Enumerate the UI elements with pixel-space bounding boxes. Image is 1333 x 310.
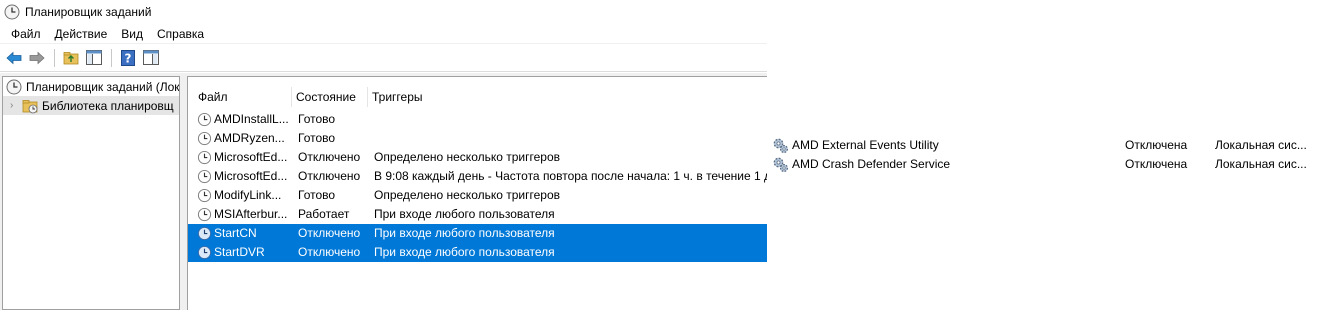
show-hide-action-pane-button[interactable] bbox=[140, 47, 162, 69]
forward-arrow-icon bbox=[29, 51, 45, 64]
show-hide-console-tree-icon bbox=[86, 50, 102, 65]
task-state: Готово bbox=[298, 188, 336, 202]
task-name: ModifyLink... bbox=[214, 188, 282, 202]
menu-file[interactable]: Файл bbox=[4, 24, 48, 44]
console-client-area: Планировщик заданий (Лок › Библиотека пл… bbox=[0, 73, 767, 310]
task-triggers: В 9:08 каждый день - Частота повтора пос… bbox=[374, 169, 767, 183]
help-button[interactable]: ? bbox=[117, 47, 139, 69]
column-header-file[interactable]: Файл bbox=[194, 87, 292, 107]
service-name: AMD Crash Defender Service bbox=[792, 157, 951, 171]
menu-view[interactable]: Вид bbox=[114, 24, 150, 44]
task-triggers: При входе любого пользователя bbox=[374, 226, 555, 240]
table-row[interactable]: AMDInstallL... Готово bbox=[188, 110, 767, 129]
task-clock-icon bbox=[197, 226, 212, 241]
table-row[interactable]: StartCN Отключено При входе любого польз… bbox=[188, 224, 767, 243]
show-hide-console-tree-button[interactable] bbox=[83, 47, 105, 69]
help-icon: ? bbox=[121, 49, 135, 66]
table-row[interactable]: AMDRyzen... Готово bbox=[188, 129, 767, 148]
task-name: StartDVR bbox=[214, 245, 265, 259]
task-clock-icon bbox=[197, 150, 212, 165]
task-name: MicrosoftEd... bbox=[214, 150, 288, 164]
gears-icon bbox=[773, 157, 789, 173]
title-bar[interactable]: Планировщик заданий bbox=[0, 0, 767, 24]
service-logon: Локальная сис... bbox=[1215, 138, 1307, 152]
task-triggers: Определено несколько триггеров bbox=[374, 188, 561, 202]
menu-bar: Файл Действие Вид Справка bbox=[0, 24, 767, 44]
table-row[interactable]: ModifyLink... Готово Определено нескольк… bbox=[188, 186, 767, 205]
service-row[interactable]: AMD External Events Utility Отключена Ло… bbox=[772, 136, 1333, 155]
task-clock-icon bbox=[197, 112, 212, 127]
task-name: StartCN bbox=[214, 226, 257, 240]
tree-item-label: Библиотека планировщ bbox=[42, 98, 174, 113]
gears-icon bbox=[773, 138, 789, 154]
task-list: AMDInstallL... Готово AMDRyzen... Готово… bbox=[188, 110, 767, 262]
task-triggers: При входе любого пользователя bbox=[374, 207, 555, 221]
menu-help[interactable]: Справка bbox=[150, 24, 211, 44]
console-tree: Планировщик заданий (Лок › Библиотека пл… bbox=[2, 76, 180, 310]
task-clock-icon bbox=[197, 188, 212, 203]
task-name: AMDInstallL... bbox=[214, 112, 289, 126]
task-scheduler-clock-icon bbox=[4, 4, 20, 20]
task-name: AMDRyzen... bbox=[214, 131, 285, 145]
chevron-right-icon[interactable]: › bbox=[10, 100, 22, 111]
task-scheduler-clock-icon bbox=[6, 79, 22, 94]
task-scheduler-window: Планировщик заданий Файл Действие Вид Сп… bbox=[0, 0, 767, 310]
task-state: Отключено bbox=[298, 169, 361, 183]
menu-action[interactable]: Действие bbox=[48, 24, 115, 44]
service-logon: Локальная сис... bbox=[1215, 157, 1307, 171]
task-state: Работает bbox=[298, 207, 350, 221]
tree-item-scheduler-library[interactable]: › Библиотека планировщ bbox=[3, 96, 179, 115]
task-state: Отключено bbox=[298, 150, 361, 164]
task-triggers: Определено несколько триггеров bbox=[374, 150, 561, 164]
table-row[interactable]: MicrosoftEd... Отключено В 9:08 каждый д… bbox=[188, 167, 767, 186]
forward-button[interactable] bbox=[26, 47, 48, 69]
task-state: Готово bbox=[298, 112, 336, 126]
column-header-state[interactable]: Состояние bbox=[292, 87, 368, 107]
task-name: MSIAfterbur... bbox=[214, 207, 288, 221]
service-state: Отключена bbox=[1125, 157, 1188, 171]
tree-item-label: Планировщик заданий (Лок bbox=[26, 79, 180, 94]
toolbar-separator bbox=[54, 48, 55, 67]
svg-text:?: ? bbox=[125, 51, 132, 65]
task-clock-icon bbox=[197, 169, 212, 184]
service-state: Отключена bbox=[1125, 138, 1188, 152]
task-state: Отключено bbox=[298, 226, 361, 240]
up-level-button[interactable] bbox=[60, 47, 82, 69]
column-header-triggers[interactable]: Триггеры bbox=[368, 87, 767, 107]
table-row[interactable]: MSIAfterbur... Работает При входе любого… bbox=[188, 205, 767, 224]
task-state: Отключено bbox=[298, 245, 361, 259]
pane-splitter[interactable] bbox=[181, 76, 185, 310]
task-list-pane: Файл Состояние Триггеры AMDInstallL... Г… bbox=[187, 76, 767, 310]
back-button[interactable] bbox=[3, 47, 25, 69]
tree-item-task-scheduler-root[interactable]: Планировщик заданий (Лок bbox=[3, 77, 179, 96]
task-list-header: Файл Состояние Триггеры bbox=[188, 77, 767, 107]
task-name: MicrosoftEd... bbox=[214, 169, 288, 183]
task-clock-icon bbox=[197, 245, 212, 260]
up-folder-icon bbox=[63, 52, 79, 65]
window-title: Планировщик заданий bbox=[25, 5, 152, 19]
toolbar: ? bbox=[0, 44, 767, 72]
task-clock-icon bbox=[197, 131, 212, 146]
folder-clock-icon bbox=[22, 99, 38, 113]
service-row[interactable]: AMD Crash Defender Service Отключена Лок… bbox=[772, 155, 1333, 174]
back-arrow-icon bbox=[6, 51, 22, 64]
toolbar-separator bbox=[111, 48, 112, 67]
table-row[interactable]: StartDVR Отключено При входе любого поль… bbox=[188, 243, 767, 262]
table-row[interactable]: MicrosoftEd... Отключено Определено неск… bbox=[188, 148, 767, 167]
show-hide-action-pane-icon bbox=[143, 50, 159, 65]
service-name: AMD External Events Utility bbox=[792, 138, 939, 152]
task-triggers: При входе любого пользователя bbox=[374, 245, 555, 259]
task-state: Готово bbox=[298, 131, 336, 145]
task-clock-icon bbox=[197, 207, 212, 222]
services-list: AMD External Events Utility Отключена Ло… bbox=[772, 136, 1333, 174]
